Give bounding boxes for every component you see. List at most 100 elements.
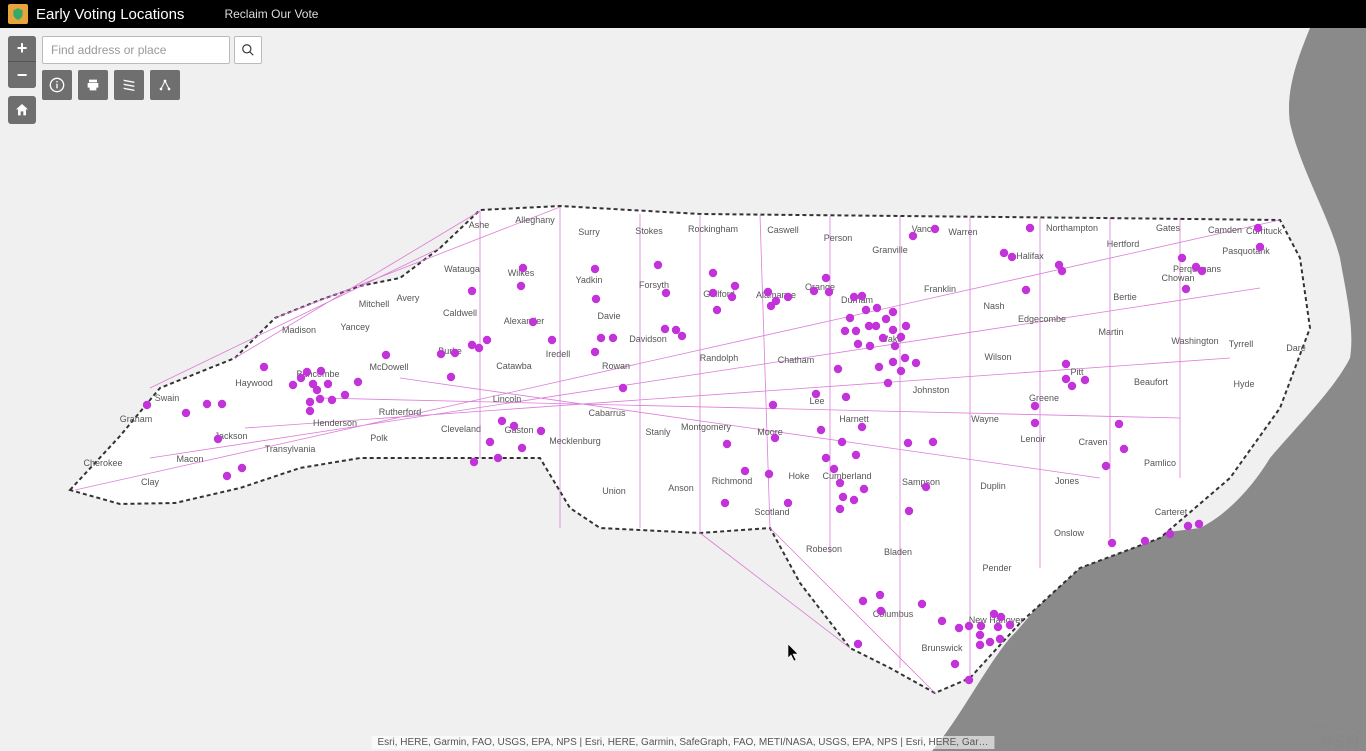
voting-location-marker[interactable] <box>437 350 445 358</box>
voting-location-marker[interactable] <box>938 617 946 625</box>
voting-location-marker[interactable] <box>1062 375 1070 383</box>
voting-location-marker[interactable] <box>822 274 830 282</box>
voting-location-marker[interactable] <box>854 340 862 348</box>
voting-location-marker[interactable] <box>872 322 880 330</box>
voting-location-marker[interactable] <box>877 607 885 615</box>
voting-location-marker[interactable] <box>328 396 336 404</box>
voting-location-marker[interactable] <box>876 591 884 599</box>
voting-location-marker[interactable] <box>609 334 617 342</box>
voting-location-marker[interactable] <box>451 349 459 357</box>
voting-location-marker[interactable] <box>591 348 599 356</box>
voting-location-marker[interactable] <box>597 334 605 342</box>
voting-location-marker[interactable] <box>846 314 854 322</box>
voting-location-marker[interactable] <box>182 409 190 417</box>
voting-location-marker[interactable] <box>1081 376 1089 384</box>
voting-location-marker[interactable] <box>483 336 491 344</box>
voting-location-marker[interactable] <box>382 351 390 359</box>
voting-location-marker[interactable] <box>836 505 844 513</box>
home-button[interactable] <box>8 96 36 124</box>
voting-location-marker[interactable] <box>1120 445 1128 453</box>
voting-location-marker[interactable] <box>996 635 1004 643</box>
voting-location-marker[interactable] <box>825 288 833 296</box>
voting-location-marker[interactable] <box>884 379 892 387</box>
voting-location-marker[interactable] <box>672 326 680 334</box>
voting-location-marker[interactable] <box>866 342 874 350</box>
voting-location-marker[interactable] <box>306 407 314 415</box>
voting-location-marker[interactable] <box>317 367 325 375</box>
voting-location-marker[interactable] <box>873 304 881 312</box>
voting-location-marker[interactable] <box>859 597 867 605</box>
voting-location-marker[interactable] <box>591 265 599 273</box>
voting-location-marker[interactable] <box>709 289 717 297</box>
voting-location-marker[interactable] <box>810 287 818 295</box>
voting-location-marker[interactable] <box>731 282 739 290</box>
voting-location-marker[interactable] <box>260 363 268 371</box>
voting-location-marker[interactable] <box>772 297 780 305</box>
voting-location-marker[interactable] <box>1068 382 1076 390</box>
voting-location-marker[interactable] <box>858 423 866 431</box>
voting-location-marker[interactable] <box>517 282 525 290</box>
voting-location-marker[interactable] <box>1062 360 1070 368</box>
voting-location-marker[interactable] <box>238 464 246 472</box>
voting-location-marker[interactable] <box>784 293 792 301</box>
voting-location-marker[interactable] <box>929 438 937 446</box>
voting-location-marker[interactable] <box>769 401 777 409</box>
voting-location-marker[interactable] <box>965 622 973 630</box>
voting-location-marker[interactable] <box>654 261 662 269</box>
voting-location-marker[interactable] <box>912 359 920 367</box>
zoom-in-button[interactable]: + <box>8 36 36 62</box>
voting-location-marker[interactable] <box>713 306 721 314</box>
voting-location-marker[interactable] <box>341 391 349 399</box>
voting-location-marker[interactable] <box>529 318 537 326</box>
voting-location-marker[interactable] <box>486 438 494 446</box>
voting-location-marker[interactable] <box>838 438 846 446</box>
voting-location-marker[interactable] <box>306 398 314 406</box>
voting-location-marker[interactable] <box>850 293 858 301</box>
voting-location-marker[interactable] <box>918 600 926 608</box>
voting-location-marker[interactable] <box>1108 539 1116 547</box>
map-canvas[interactable]: CherokeeClayGrahamSwainMaconJacksonHaywo… <box>0 28 1366 751</box>
voting-location-marker[interactable] <box>951 660 959 668</box>
voting-location-marker[interactable] <box>1256 243 1264 251</box>
zoom-out-button[interactable]: − <box>8 62 36 88</box>
voting-location-marker[interactable] <box>994 623 1002 631</box>
voting-location-marker[interactable] <box>765 470 773 478</box>
voting-location-marker[interactable] <box>303 368 311 376</box>
voting-location-marker[interactable] <box>976 631 984 639</box>
voting-location-marker[interactable] <box>875 363 883 371</box>
voting-location-marker[interactable] <box>889 358 897 366</box>
voting-location-marker[interactable] <box>1195 520 1203 528</box>
voting-location-marker[interactable] <box>289 381 297 389</box>
voting-location-marker[interactable] <box>498 417 506 425</box>
voting-location-marker[interactable] <box>854 640 862 648</box>
voting-location-marker[interactable] <box>741 467 749 475</box>
search-input[interactable] <box>42 36 230 64</box>
voting-location-marker[interactable] <box>922 483 930 491</box>
voting-location-marker[interactable] <box>510 422 518 430</box>
voting-location-marker[interactable] <box>834 365 842 373</box>
voting-location-marker[interactable] <box>537 427 545 435</box>
voting-location-marker[interactable] <box>822 454 830 462</box>
voting-location-marker[interactable] <box>986 638 994 646</box>
voting-location-marker[interactable] <box>1141 537 1149 545</box>
voting-location-marker[interactable] <box>214 435 222 443</box>
voting-location-marker[interactable] <box>784 499 792 507</box>
bookmark-button[interactable] <box>114 70 144 100</box>
voting-location-marker[interactable] <box>860 485 868 493</box>
voting-location-marker[interactable] <box>1115 420 1123 428</box>
voting-location-marker[interactable] <box>955 624 963 632</box>
share-button[interactable] <box>150 70 180 100</box>
voting-location-marker[interactable] <box>475 344 483 352</box>
voting-location-marker[interactable] <box>904 439 912 447</box>
voting-location-marker[interactable] <box>548 336 556 344</box>
voting-location-marker[interactable] <box>812 390 820 398</box>
voting-location-marker[interactable] <box>836 479 844 487</box>
voting-location-marker[interactable] <box>1008 253 1016 261</box>
voting-location-marker[interactable] <box>852 327 860 335</box>
voting-location-marker[interactable] <box>313 386 321 394</box>
voting-location-marker[interactable] <box>909 232 917 240</box>
voting-location-marker[interactable] <box>709 269 717 277</box>
voting-location-marker[interactable] <box>218 400 226 408</box>
voting-location-marker[interactable] <box>1006 621 1014 629</box>
voting-location-marker[interactable] <box>678 332 686 340</box>
